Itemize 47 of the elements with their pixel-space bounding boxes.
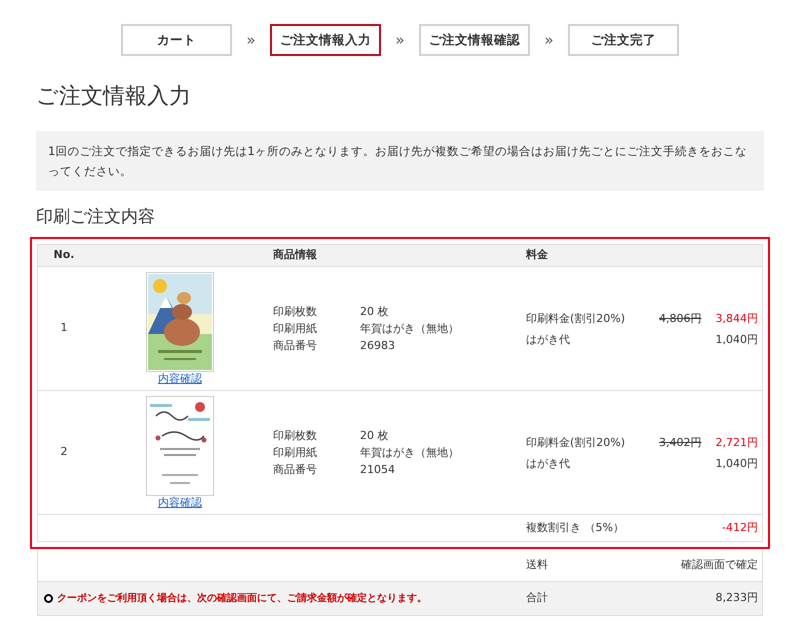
detail-label: 印刷枚数 <box>273 304 318 319</box>
original-price: 3,402円 <box>659 434 702 450</box>
detail-label: 商品番号 <box>273 338 318 353</box>
shipping-label: 送料 <box>525 556 549 573</box>
detail-label: 印刷用紙 <box>273 445 318 460</box>
content-check-link[interactable]: 内容確認 <box>158 372 202 386</box>
original-price: 4,806円 <box>659 310 702 326</box>
notice-text: 1回のご注文で指定できるお届け先は1ヶ所のみとなります。お届け先が複数ご希望の場合はお届け先ごとにご注文手続きをおこなってください。 <box>36 131 764 191</box>
step-indicator: カート <box>121 24 232 56</box>
step-separator: » <box>543 30 555 51</box>
price-value: 2,721円 <box>716 434 758 450</box>
step-separator: » <box>394 30 406 51</box>
price-value: 1,040円 <box>716 332 758 346</box>
bullet-icon <box>44 594 53 603</box>
step-separator: » <box>245 30 257 51</box>
price-label: 印刷料金(割引20%) <box>526 434 626 450</box>
detail-label: 商品番号 <box>273 462 318 477</box>
detail-value: 26983 <box>360 338 395 353</box>
page-title: ご注文情報入力 <box>36 83 192 111</box>
total-label: 合計 <box>525 590 549 606</box>
price-value: 3,844円 <box>716 310 758 326</box>
table-cell-text: 1 <box>60 320 68 336</box>
step-indicator: ご注文情報入力 <box>270 24 381 56</box>
price-label: 印刷料金(割引20%) <box>526 310 626 326</box>
shipping-value: 確認画面で確定 <box>681 556 759 573</box>
column-header: 料金 <box>524 247 548 264</box>
total-value: 8,233円 <box>716 590 759 606</box>
detail-value: 21054 <box>360 462 395 477</box>
discount-label: 複数割引き （5%） <box>525 520 625 536</box>
price-value: 1,040円 <box>716 456 758 470</box>
discount-value: -412円 <box>722 520 759 536</box>
detail-label: 印刷枚数 <box>273 428 318 443</box>
detail-value: 20 枚 <box>360 304 388 319</box>
detail-value: 年賀はがき（無地） <box>360 321 459 336</box>
step-indicator: ご注文完了 <box>568 24 679 56</box>
detail-value: 年賀はがき（無地） <box>360 445 459 460</box>
column-header: 商品情報 <box>273 247 317 264</box>
price-label: はがき代 <box>526 456 571 470</box>
step-indicator: ご注文情報確認 <box>419 24 530 56</box>
section-title: 印刷ご注文内容 <box>36 206 156 229</box>
coupon-notice: クーポンをご利用頂く場合は、次の確認画面にて、ご請求金額が確定となります。 <box>57 591 427 606</box>
content-check-link[interactable]: 内容確認 <box>158 496 202 510</box>
price-label: はがき代 <box>526 332 571 346</box>
table-cell-text: 2 <box>60 444 68 460</box>
column-header: No. <box>52 247 76 264</box>
detail-label: 印刷用紙 <box>273 321 318 336</box>
detail-value: 20 枚 <box>360 428 388 443</box>
